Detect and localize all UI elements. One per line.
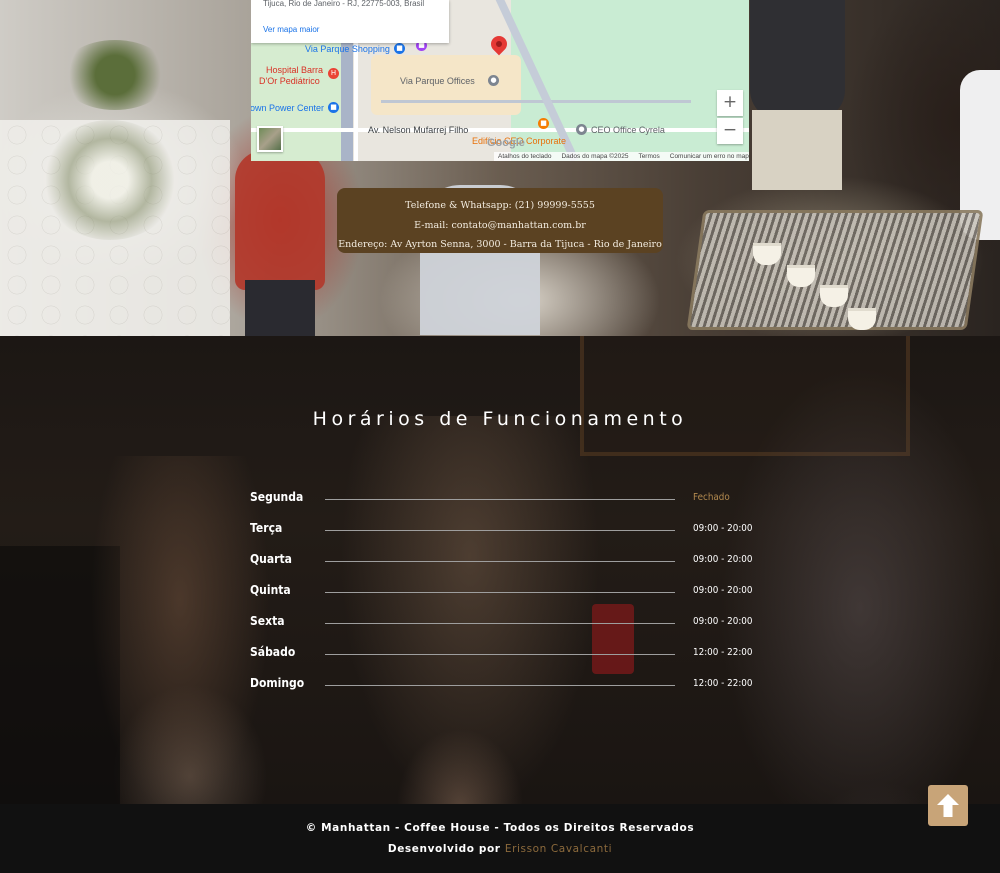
contact-section: Via Parque Shopping ■ ■ H Hospital Barra… [0,0,1000,336]
satellite-toggle[interactable] [257,126,283,152]
google-logo: Google [487,137,525,149]
hours-divider [325,561,675,562]
background-photo-espresso-machine [686,210,984,330]
map-label-via-parque-shopping[interactable]: Via Parque Shopping [305,44,390,54]
map-label-avenue: Av. Nelson Mufarrej Filho [368,125,469,135]
background-photo-cup [848,308,876,330]
hours-row-monday: Segunda Fechado [250,490,750,510]
footer-author-link[interactable]: Erisson Cavalcanti [505,843,612,855]
hours-row-saturday: Sábado 12:00 - 22:00 [250,645,753,665]
hours-time: 09:00 - 20:00 [693,554,753,565]
map-place-address: Tijuca, Rio de Janeiro - RJ, 22775-003, … [263,0,425,8]
keyboard-shortcuts-link[interactable]: Atalhos do teclado [498,152,551,161]
background-photo-flowers [40,120,180,240]
footer-credits: Desenvolvido por Erisson Cavalcanti [0,843,1000,855]
report-error-link[interactable]: Comunicar um erro no mapa [670,152,749,161]
hours-divider [325,623,675,624]
building-icon[interactable]: ■ [538,118,549,129]
background-photo-customer-legs [245,280,315,336]
background-photo-barista-left [90,456,270,804]
arrow-up-icon [937,794,959,817]
hours-row-tuesday: Terça 09:00 - 20:00 [250,521,753,541]
background-photo-barista-right [750,0,845,120]
hours-title: Horários de Funcionamento [312,408,688,430]
map-label-power-center[interactable]: own Power Center [251,103,324,113]
background-photo-cup [820,285,848,307]
map-road [251,128,749,132]
contact-address: Endereço: Av Ayrton Senna, 3000 - Barra … [338,239,662,250]
embedded-map[interactable]: Via Parque Shopping ■ ■ H Hospital Barra… [251,0,749,161]
hours-day: Sexta [250,614,285,628]
hours-row-sunday: Domingo 12:00 - 22:00 [250,676,753,696]
hours-time: 09:00 - 20:00 [693,585,753,596]
background-photo-customer-right [720,366,1000,804]
contact-info-box: Telefone & Whatsapp: (21) 99999-5555 E-m… [337,188,663,253]
hours-day: Domingo [250,676,305,690]
zoom-out-button[interactable]: − [717,118,743,144]
map-label-via-parque-offices[interactable]: Via Parque Offices [400,76,475,86]
hours-divider [325,685,675,686]
background-photo-customer [235,150,325,290]
contact-email: E-mail: contato@manhattan.com.br [414,219,586,231]
view-larger-map-link[interactable]: Ver mapa maior [263,25,437,35]
map-data-credit: Dados do mapa ©2025 [561,153,629,160]
hours-divider [325,592,675,593]
back-to-top-button[interactable] [928,785,968,826]
hours-time: 09:00 - 20:00 [693,523,753,534]
hours-time: 12:00 - 22:00 [693,647,753,658]
background-photo-plant [60,40,170,110]
map-label-hospital-2[interactable]: D'Or Pediátrico [259,76,320,86]
hours-time: 09:00 - 20:00 [693,616,753,627]
hours-day: Quarta [250,552,292,566]
hours-time: 12:00 - 22:00 [693,678,753,689]
hours-row-friday: Sexta 09:00 - 20:00 [250,614,753,634]
map-road [381,100,691,103]
hours-row-wednesday: Quarta 09:00 - 20:00 [250,552,753,572]
hospital-icon[interactable]: H [328,68,339,79]
map-label-hospital[interactable]: Hospital Barra [266,65,323,75]
hours-day: Sábado [250,645,296,659]
footer-copyright: © Manhattan - Coffee House - Todos os Di… [305,822,695,834]
hours-divider [325,654,675,655]
hours-day: Terça [250,521,283,535]
location-pin-icon[interactable] [487,32,511,56]
contact-phone: Telefone & Whatsapp: (21) 99999-5555 [405,200,595,211]
office-icon[interactable]: ● [488,75,499,86]
map-label-ceo-office[interactable]: CEO Office Cyrela [591,125,665,135]
map-attribution-bar: Atalhos do teclado Dados do mapa ©2025 T… [494,152,749,161]
footer-developed-by: Desenvolvido por [387,843,501,855]
hours-day: Segunda [250,490,304,504]
background-photo-apron [752,110,842,190]
shopping-icon[interactable]: ■ [328,102,339,113]
hours-row-thursday: Quinta 09:00 - 20:00 [250,583,753,603]
background-photo-cup [787,265,815,287]
site-footer: © Manhattan - Coffee House - Todos os Di… [0,804,1000,873]
hours-day: Quinta [250,583,291,597]
terms-link[interactable]: Termos [638,152,659,161]
shopping-icon[interactable]: ■ [394,43,405,54]
office-icon[interactable]: ● [576,124,587,135]
zoom-in-button[interactable]: + [717,90,743,116]
background-photo-barista-center [340,416,600,804]
opening-hours-section: Horários de Funcionamento Segunda Fechad… [0,336,1000,804]
map-place-card: Tijuca, Rio de Janeiro - RJ, 22775-003, … [251,0,449,43]
background-photo-cup [753,243,781,265]
hours-divider [325,530,675,531]
hours-time: Fechado [693,492,730,503]
hours-divider [325,499,675,500]
